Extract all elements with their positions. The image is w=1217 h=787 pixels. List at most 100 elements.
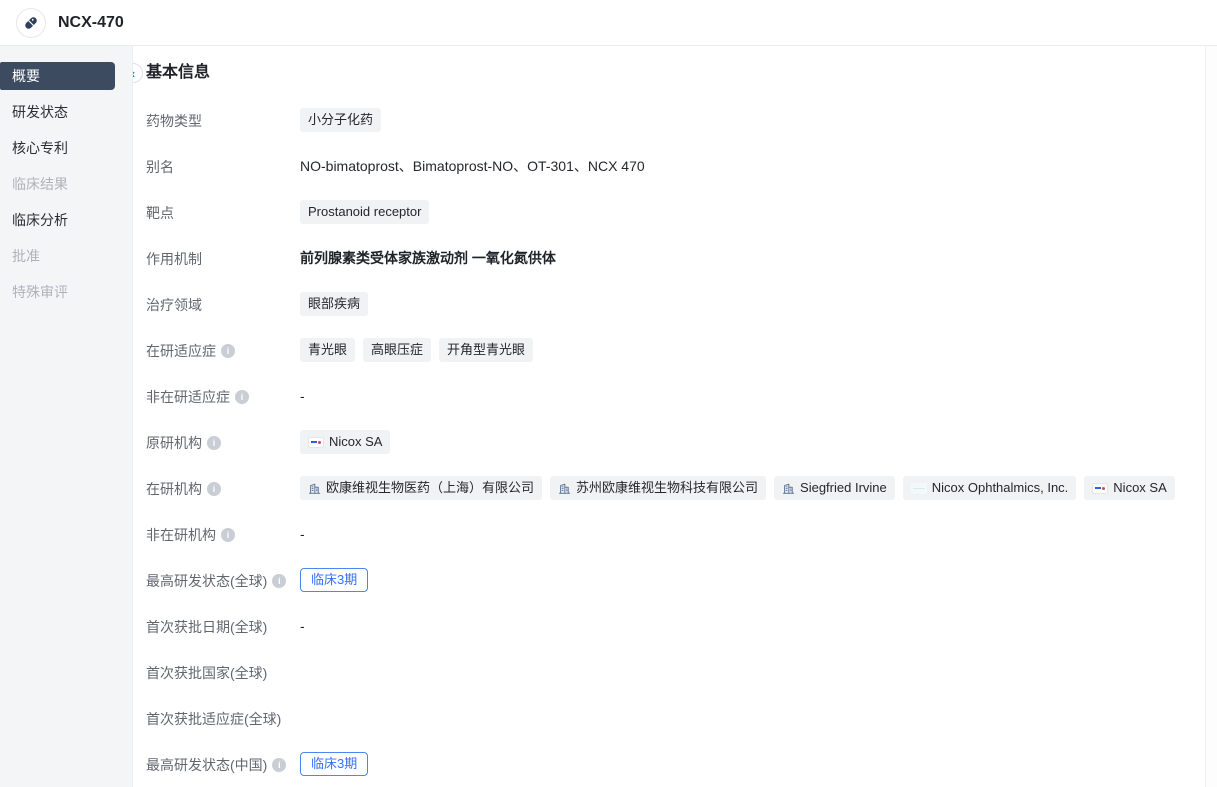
field-label: 首次获批日期(全球) [146, 614, 300, 637]
org-name: Nicox SA [1113, 479, 1166, 497]
page-title: NCX-470 [58, 14, 124, 32]
field-row: 首次获批国家(全球) [146, 660, 1187, 684]
field-row: 别名 NO-bimatoprost、Bimatoprost-NO、OT-301、N… [146, 154, 1187, 178]
app-window: NCX-470 概要研发状态核心专利临床结果临床分析批准特殊审评 ‹ 基本信息 … [0, 0, 1217, 787]
field-value: - [300, 614, 1187, 636]
company-logo-icon [911, 483, 927, 494]
field-label: 在研机构 i [146, 476, 300, 499]
field-row: 首次获批日期(全球) - [146, 614, 1187, 638]
info-icon[interactable]: i [272, 574, 286, 588]
org-name: Nicox Ophthalmics, Inc. [932, 479, 1069, 497]
org-tag[interactable]: Nicox Ophthalmics, Inc. [903, 476, 1077, 500]
pill-icon [22, 14, 40, 32]
scrollbar[interactable] [1205, 46, 1217, 787]
field-row: 药物类型 小分子化药 [146, 108, 1187, 132]
sidebar-item[interactable]: 研发状态 [0, 98, 132, 126]
info-icon[interactable]: i [207, 482, 221, 496]
field-label: 治疗领域 [146, 292, 300, 315]
value-tag[interactable]: 开角型青光眼 [439, 338, 533, 362]
sidebar-item[interactable]: 概要 [0, 62, 115, 90]
status-badge[interactable]: 临床3期 [300, 568, 368, 592]
field-label: 首次获批适应症(全球) [146, 706, 300, 729]
field-row: 治疗领域 眼部疾病 [146, 292, 1187, 316]
org-tag[interactable]: Nicox SA [300, 430, 390, 454]
text-value: - [300, 614, 305, 636]
status-badge[interactable]: 临床3期 [300, 752, 368, 776]
field-label: 最高研发状态(中国) i [146, 752, 300, 775]
field-label-text: 在研机构 [146, 479, 202, 499]
field-value: Nicox SA [300, 430, 1187, 454]
field-label-text: 非在研适应症 [146, 387, 230, 407]
main-layout: 概要研发状态核心专利临床结果临床分析批准特殊审评 ‹ 基本信息 药物类型小分子化… [0, 46, 1217, 787]
value-tag[interactable]: 眼部疾病 [300, 292, 368, 316]
field-row: 最高研发状态(全球) i 临床3期 [146, 568, 1187, 592]
value-tag[interactable]: 青光眼 [300, 338, 355, 362]
org-tag[interactable]: 苏州欧康维视生物科技有限公司 [550, 476, 766, 500]
field-label-text: 首次获批日期(全球) [146, 617, 267, 637]
collapse-sidebar-button[interactable]: ‹ [133, 63, 143, 83]
info-icon[interactable]: i [272, 758, 286, 772]
field-label: 原研机构 i [146, 430, 300, 453]
field-value: 欧康维视生物医药（上海）有限公司 苏州欧康维视生物科技有限公司 Siegfried … [300, 476, 1187, 500]
org-name: Nicox SA [329, 433, 382, 451]
field-label-text: 靶点 [146, 203, 174, 223]
field-label-text: 别名 [146, 157, 174, 177]
field-value: - [300, 384, 1187, 406]
org-tag[interactable]: Nicox SA [1084, 476, 1174, 500]
field-label-text: 药物类型 [146, 111, 202, 131]
sidebar-item[interactable]: 核心专利 [0, 134, 132, 162]
sidebar-item: 特殊审评 [0, 278, 132, 306]
field-row: 在研适应症i青光眼高眼压症开角型青光眼 [146, 338, 1187, 362]
info-icon[interactable]: i [221, 344, 235, 358]
field-value: NO-bimatoprost、Bimatoprost-NO、OT-301、NCX… [300, 154, 1187, 176]
field-label: 首次获批国家(全球) [146, 660, 300, 683]
value-tag[interactable]: 小分子化药 [300, 108, 381, 132]
field-value: 青光眼高眼压症开角型青光眼 [300, 338, 1187, 362]
field-row: 最高研发状态(中国) i 临床3期 [146, 752, 1187, 776]
field-row: 非在研适应症 i - [146, 384, 1187, 408]
company-logo-icon [308, 437, 324, 448]
field-label-text: 原研机构 [146, 433, 202, 453]
chevron-left-icon: ‹ [133, 67, 135, 80]
value-tag[interactable]: Prostanoid receptor [300, 200, 429, 224]
field-label-text: 作用机制 [146, 249, 202, 269]
info-icon[interactable]: i [235, 390, 249, 404]
value-tag[interactable]: 高眼压症 [363, 338, 431, 362]
org-tag[interactable]: 欧康维视生物医药（上海）有限公司 [300, 476, 542, 500]
field-row: 作用机制 前列腺素类受体家族激动剂 一氧化氮供体 [146, 246, 1187, 270]
building-icon [782, 482, 795, 495]
field-row: 非在研机构i- [146, 522, 1187, 546]
field-rows: 药物类型 小分子化药别名 NO-bimatoprost、Bimatoprost-NO… [146, 108, 1187, 776]
sidebar-nav: 概要研发状态核心专利临床结果临床分析批准特殊审评 [0, 46, 133, 787]
field-label: 在研适应症i [146, 338, 300, 361]
field-label-text: 治疗领域 [146, 295, 202, 315]
field-row: 靶点 Prostanoid receptor [146, 200, 1187, 224]
info-icon[interactable]: i [221, 528, 235, 542]
building-icon [558, 482, 571, 495]
org-tag[interactable]: Siegfried Irvine [774, 476, 895, 500]
field-label: 最高研发状态(全球) i [146, 568, 300, 591]
field-value: 前列腺素类受体家族激动剂 一氧化氮供体 [300, 246, 1187, 268]
org-name: Siegfried Irvine [800, 479, 887, 497]
field-label: 别名 [146, 154, 300, 177]
field-row: 首次获批适应症(全球) [146, 706, 1187, 730]
field-label-text: 最高研发状态(全球) [146, 571, 267, 591]
field-label: 非在研适应症 i [146, 384, 300, 407]
field-value: Prostanoid receptor [300, 200, 1187, 224]
sidebar-item: 临床结果 [0, 170, 132, 198]
header: NCX-470 [0, 0, 1217, 46]
sidebar-item[interactable]: 临床分析 [0, 206, 132, 234]
org-name: 欧康维视生物医药（上海）有限公司 [326, 479, 534, 497]
field-row: 在研机构 i 欧康维视生物医药（上海）有限公司 苏州欧康维视生物科技有限公司 Siegf… [146, 476, 1187, 500]
field-label-text: 首次获批国家(全球) [146, 663, 267, 683]
info-icon[interactable]: i [207, 436, 221, 450]
company-logo-icon [1092, 483, 1108, 494]
field-label-text: 最高研发状态(中国) [146, 755, 267, 775]
org-name: 苏州欧康维视生物科技有限公司 [576, 479, 758, 497]
sidebar-item: 批准 [0, 242, 132, 270]
text-value: - [300, 522, 305, 544]
text-value: 前列腺素类受体家族激动剂 一氧化氮供体 [300, 246, 556, 268]
drug-avatar [16, 8, 46, 38]
field-label: 非在研机构i [146, 522, 300, 545]
field-value: 小分子化药 [300, 108, 1187, 132]
